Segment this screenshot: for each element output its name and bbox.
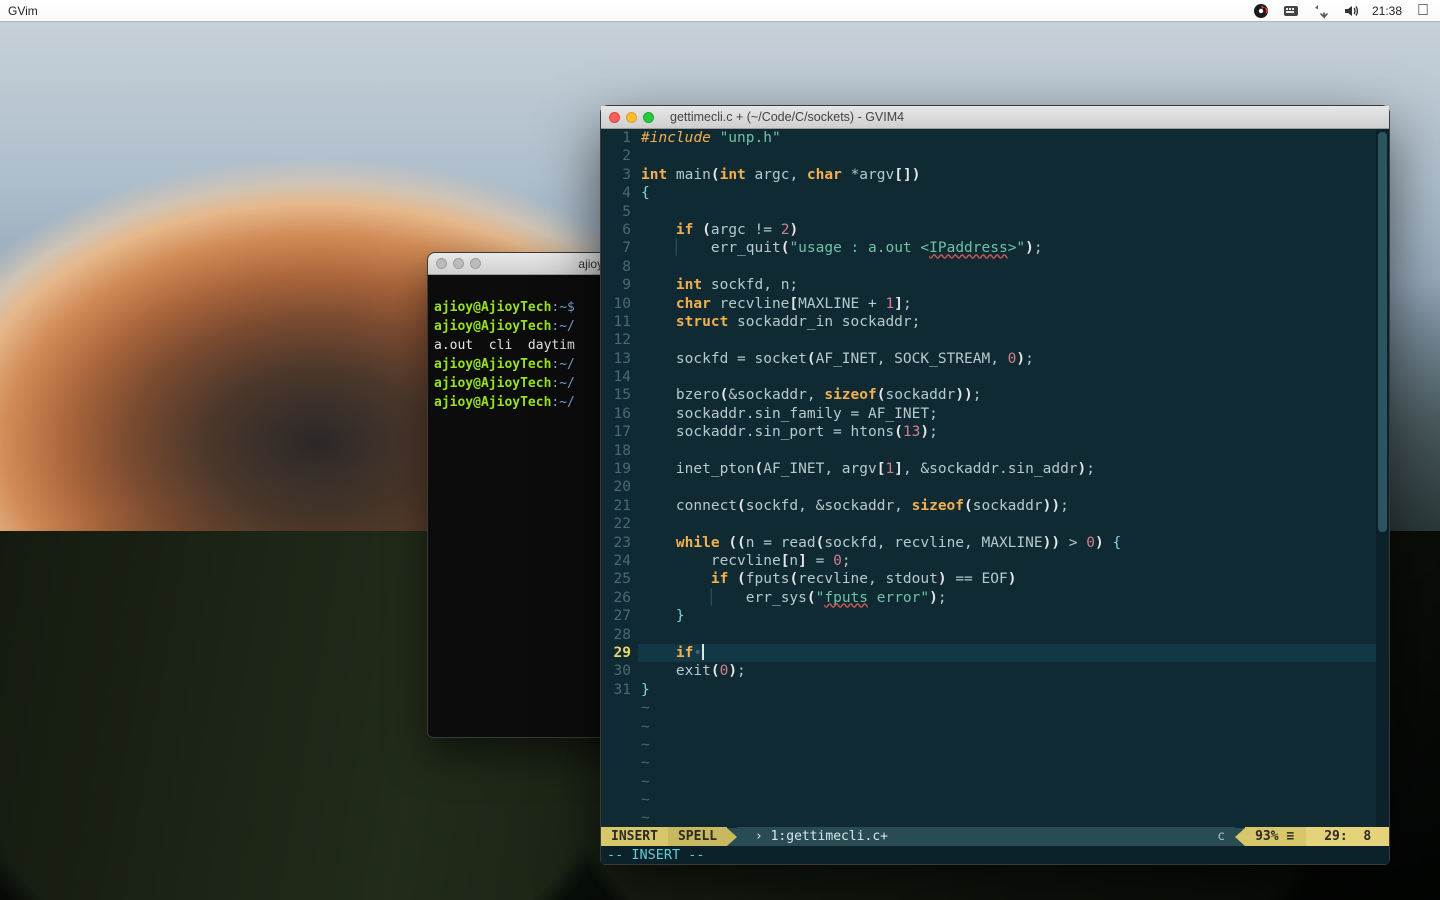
minimize-icon[interactable] (626, 112, 637, 123)
path: :~/ (551, 319, 574, 334)
status-spell: SPELL (668, 827, 727, 846)
prompt: ajioy@AjioyTech (434, 376, 551, 391)
code-line[interactable]: inet_pton(AF_INET, argv[1], &sockaddr.si… (638, 460, 1376, 478)
code-line[interactable]: } (638, 607, 1376, 625)
code-line[interactable]: exit(0); (638, 662, 1376, 680)
status-buffer: › 1:gettimecli.c+ (737, 827, 1207, 846)
code-line[interactable]: while ((n = read(sockfd, recvline, MAXLI… (638, 534, 1376, 552)
line-number-gutter: 1234567891011121314151617181920212223242… (601, 129, 638, 827)
empty-line-tilde: ~ (638, 791, 1376, 809)
code-line[interactable] (638, 147, 1376, 165)
empty-line-tilde: ~ (638, 809, 1376, 827)
close-icon[interactable] (609, 112, 620, 123)
code-line[interactable] (638, 258, 1376, 276)
updown-icon[interactable] (1312, 2, 1330, 20)
code-line[interactable]: sockaddr.sin_family = AF_INET; (638, 405, 1376, 423)
empty-line-tilde: ~ (638, 699, 1376, 717)
code-line[interactable] (638, 515, 1376, 533)
code-line[interactable] (638, 368, 1376, 386)
status-position: 29: 8 (1306, 827, 1389, 846)
code-line[interactable]: ▏ err_quit("usage : a.out <IPaddress>"); (638, 239, 1376, 257)
prompt: ajioy@AjioyTech (434, 357, 551, 372)
keyboard-icon[interactable] (1282, 2, 1300, 20)
code-line[interactable]: if (fputs(recvline, stdout) == EOF) (638, 570, 1376, 588)
command-line: -- INSERT -- (601, 846, 1389, 864)
close-icon[interactable] (436, 258, 447, 269)
code-line[interactable]: if (argc != 2) (638, 221, 1376, 239)
empty-line-tilde: ~ (638, 754, 1376, 772)
code-line[interactable]: sockfd = socket(AF_INET, SOCK_STREAM, 0)… (638, 350, 1376, 368)
code-line[interactable] (638, 626, 1376, 644)
code-line[interactable]: #include "unp.h" (638, 129, 1376, 147)
scrollbar[interactable] (1376, 129, 1389, 827)
prompt: ajioy@AjioyTech (434, 395, 551, 410)
zoom-icon[interactable] (470, 258, 481, 269)
code-line[interactable]: char recvline[MAXLINE + 1]; (638, 295, 1376, 313)
path: :~/ (551, 357, 574, 372)
empty-line-tilde: ~ (638, 773, 1376, 791)
code-line[interactable]: sockaddr.sin_port = htons(13); (638, 423, 1376, 441)
status-percent: 93% (1245, 827, 1306, 846)
menubar-clock[interactable]: 21:38 (1372, 4, 1402, 18)
code-line[interactable] (638, 203, 1376, 221)
code-line[interactable]: connect(sockfd, &sockaddr, sizeof(sockad… (638, 497, 1376, 515)
gvim-titlebar[interactable]: gettimecli.c + (~/Code/C/sockets) - GVIM… (601, 106, 1389, 129)
code-line[interactable] (638, 442, 1376, 460)
empty-line-tilde: ~ (638, 718, 1376, 736)
prompt: ajioy@AjioyTech (434, 319, 551, 334)
code-line[interactable]: struct sockaddr_in sockaddr; (638, 313, 1376, 331)
code-line[interactable] (638, 331, 1376, 349)
gvim-window[interactable]: gettimecli.c + (~/Code/C/sockets) - GVIM… (600, 105, 1390, 865)
code-line[interactable]: { (638, 184, 1376, 202)
menubar: GVim 21:38  (0, 0, 1440, 22)
zoom-icon[interactable] (643, 112, 654, 123)
code-area[interactable]: #include "unp.h" int main(int argc, char … (638, 129, 1376, 827)
code-line[interactable]: int sockfd, n; (638, 276, 1376, 294)
minimize-icon[interactable] (453, 258, 464, 269)
code-line[interactable]: recvline[n] = 0; (638, 552, 1376, 570)
menubar-app-name[interactable]: GVim (8, 4, 38, 18)
path: :~/ (551, 395, 574, 410)
editor[interactable]: 1234567891011121314151617181920212223242… (601, 129, 1389, 827)
status-mode: INSERT (601, 827, 668, 846)
code-line[interactable]: ▏ err_sys("fputs error"); (638, 589, 1376, 607)
apple-menu-icon[interactable]:  (1414, 2, 1432, 20)
gvim-title: gettimecli.c + (~/Code/C/sockets) - GVIM… (670, 110, 904, 124)
empty-line-tilde: ~ (638, 736, 1376, 754)
path: :~$ (551, 300, 574, 315)
status-filetype: c (1207, 827, 1235, 846)
code-line[interactable] (638, 478, 1376, 496)
status-line: INSERT SPELL › 1:gettimecli.c+ c 93% 29:… (601, 827, 1389, 846)
scrollbar-thumb[interactable] (1378, 132, 1387, 532)
volume-icon[interactable] (1342, 2, 1360, 20)
prompt: ajioy@AjioyTech (434, 300, 551, 315)
terminal-output: a.out cli daytim (434, 338, 575, 353)
code-line[interactable]: bzero(&sockaddr, sizeof(sockaddr)); (638, 386, 1376, 404)
obs-icon[interactable] (1252, 2, 1270, 20)
code-line[interactable]: if• (638, 644, 1376, 662)
code-line[interactable]: int main(int argc, char *argv[]) (638, 166, 1376, 184)
code-line[interactable]: } (638, 681, 1376, 699)
path: :~/ (551, 376, 574, 391)
